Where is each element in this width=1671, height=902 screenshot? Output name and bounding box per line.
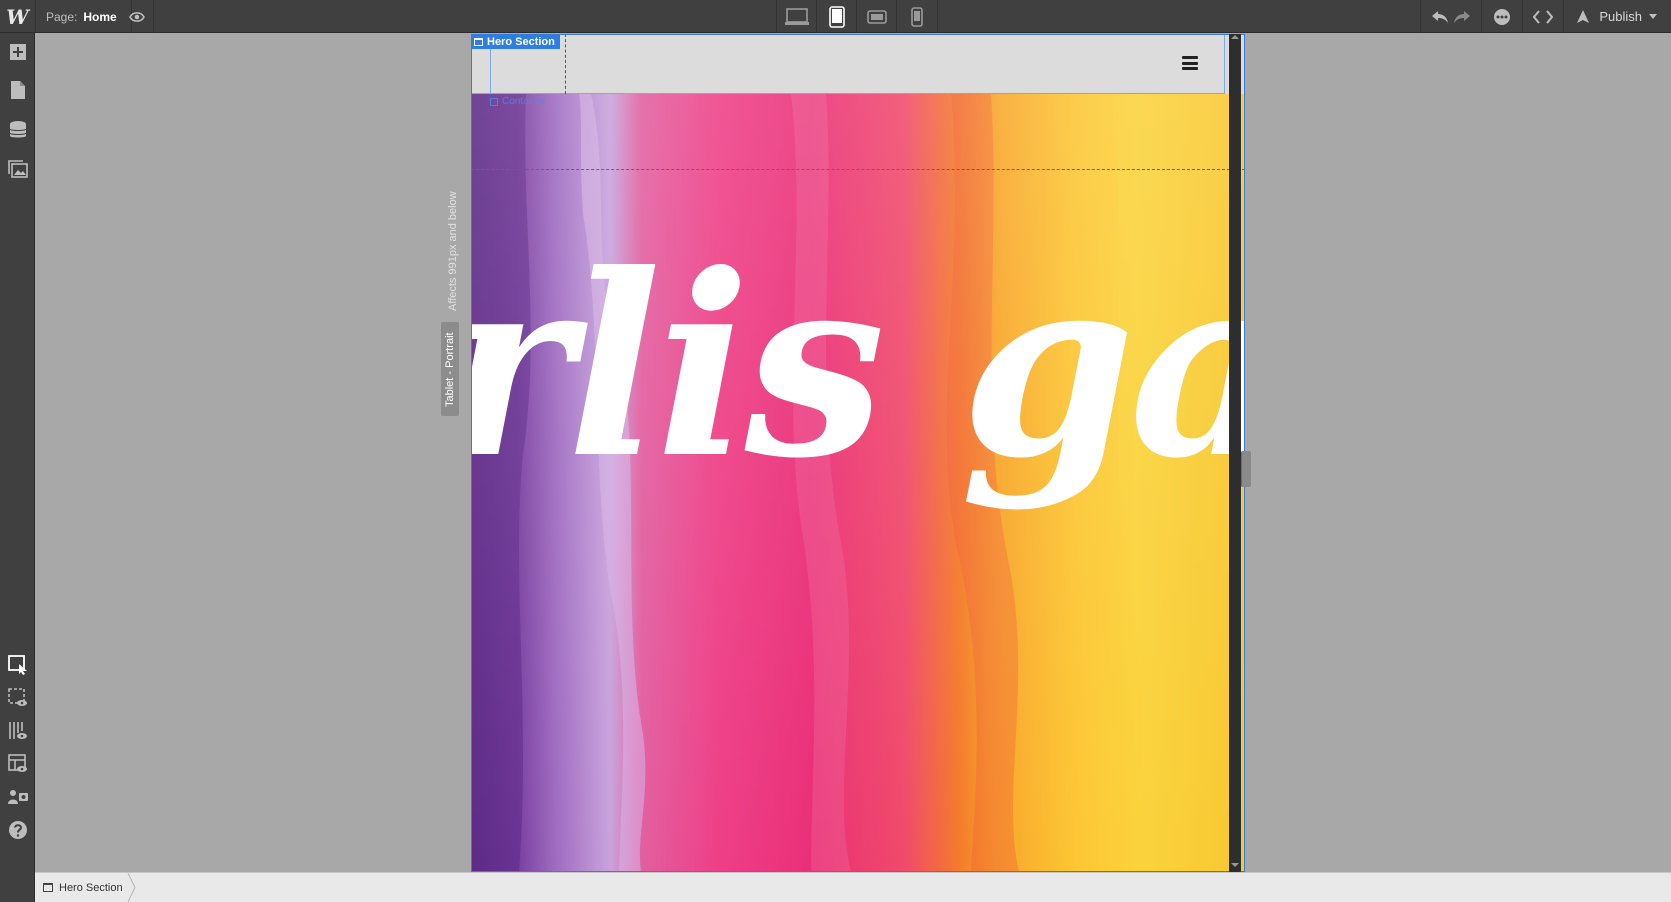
add-elements-button[interactable]	[0, 35, 35, 69]
hamburger-menu-icon[interactable]	[1181, 55, 1199, 71]
page-selector[interactable]: Page: Home	[35, 0, 132, 33]
device-mobile-landscape-button[interactable]	[857, 0, 897, 33]
page-label: Page:	[46, 9, 78, 24]
selection-tool-button[interactable]	[0, 648, 35, 682]
team-users-icon	[7, 790, 28, 804]
device-mobile-portrait-button[interactable]	[897, 0, 937, 33]
breadcrumb-item-hero-section[interactable]: Hero Section	[35, 873, 139, 902]
redo-icon[interactable]	[1453, 10, 1471, 24]
layout-eye-icon	[7, 754, 27, 772]
database-icon	[9, 121, 26, 138]
image-gallery-icon	[7, 160, 28, 178]
chevron-down-icon	[1649, 13, 1657, 19]
breadcrumb-separator-icon	[127, 873, 136, 902]
hero-section-selection-badge[interactable]: Hero Section	[471, 34, 560, 49]
desktop-icon	[784, 7, 809, 25]
breakpoint-label: Tablet - Portrait	[444, 332, 456, 407]
breadcrumb: Hero Section	[35, 872, 1671, 902]
layout-preview-button[interactable]	[0, 747, 35, 781]
publish-label: Publish	[1599, 9, 1642, 24]
cms-collections-button[interactable]	[0, 113, 35, 147]
left-sidebar	[0, 33, 35, 902]
frame-scrollbar[interactable]	[1229, 34, 1241, 872]
hero-script-text-graphic: rlis gar	[471, 219, 1245, 513]
container-badge: Container	[490, 96, 545, 107]
grid-overlay-button[interactable]	[0, 714, 35, 748]
hero-script-text: rlis gar	[471, 219, 1245, 513]
select-cursor-icon	[7, 655, 27, 675]
publish-button[interactable]: Publish	[1563, 0, 1671, 33]
arrow-down-icon	[1231, 863, 1239, 867]
eye-icon	[129, 11, 145, 22]
mobile-landscape-icon	[866, 9, 887, 24]
hero-section-badge-label: Hero Section	[487, 35, 555, 48]
device-tablet-button[interactable]	[817, 0, 857, 33]
undo-redo-group	[1420, 0, 1481, 33]
preview-eye-button[interactable]	[121, 0, 154, 33]
code-export-button[interactable]	[1522, 0, 1563, 33]
device-desktop-button[interactable]	[777, 0, 817, 33]
brand-dashed-guide	[565, 34, 566, 94]
dashed-box-eye-icon	[7, 688, 27, 706]
breakpoint-note: Affects 991px and below	[447, 191, 459, 311]
navbar[interactable]	[471, 34, 1245, 94]
scroll-thumb[interactable]	[1232, 46, 1238, 864]
right-toolbar: Publish	[1420, 0, 1671, 33]
add-square-icon	[9, 44, 26, 60]
designer-canvas: Tablet - Portrait Affects 991px and belo…	[35, 33, 1671, 872]
breadcrumb-item-label: Hero Section	[59, 881, 123, 894]
comments-button[interactable]	[1481, 0, 1522, 33]
device-switcher	[776, 0, 938, 33]
rocket-icon	[1577, 9, 1590, 23]
code-brackets-icon	[1533, 9, 1554, 24]
hero-section[interactable]: rlis gar	[471, 94, 1245, 872]
scroll-up-arrow[interactable]	[1229, 34, 1241, 44]
section-icon	[43, 883, 53, 892]
section-icon	[474, 37, 483, 46]
help-button[interactable]	[0, 813, 35, 847]
container-icon	[490, 97, 498, 106]
top-toolbar: W Page: Home Publish	[0, 0, 1671, 33]
canvas-resize-handle[interactable]	[1241, 451, 1251, 487]
container-dashed-guide	[471, 169, 1245, 170]
mobile-portrait-icon	[911, 6, 923, 27]
chat-bubble-icon	[1494, 8, 1511, 25]
pages-button[interactable]	[0, 73, 35, 107]
tablet-preview-frame[interactable]: rlis gar Hero Section Container	[471, 34, 1245, 872]
xray-mode-button[interactable]	[0, 681, 35, 715]
help-question-icon	[8, 821, 27, 839]
navbar-outline	[471, 34, 1225, 94]
users-button[interactable]	[0, 780, 35, 814]
page-file-icon	[10, 81, 25, 99]
page-name: Home	[83, 9, 117, 24]
tablet-icon	[828, 5, 845, 28]
webflow-logo[interactable]: W	[0, 0, 35, 33]
container-badge-label: Container	[502, 96, 546, 107]
arrow-up-icon	[1231, 35, 1239, 39]
assets-button[interactable]	[0, 152, 35, 186]
undo-icon[interactable]	[1431, 10, 1449, 24]
columns-eye-icon	[8, 722, 27, 739]
scroll-down-arrow[interactable]	[1229, 862, 1241, 872]
